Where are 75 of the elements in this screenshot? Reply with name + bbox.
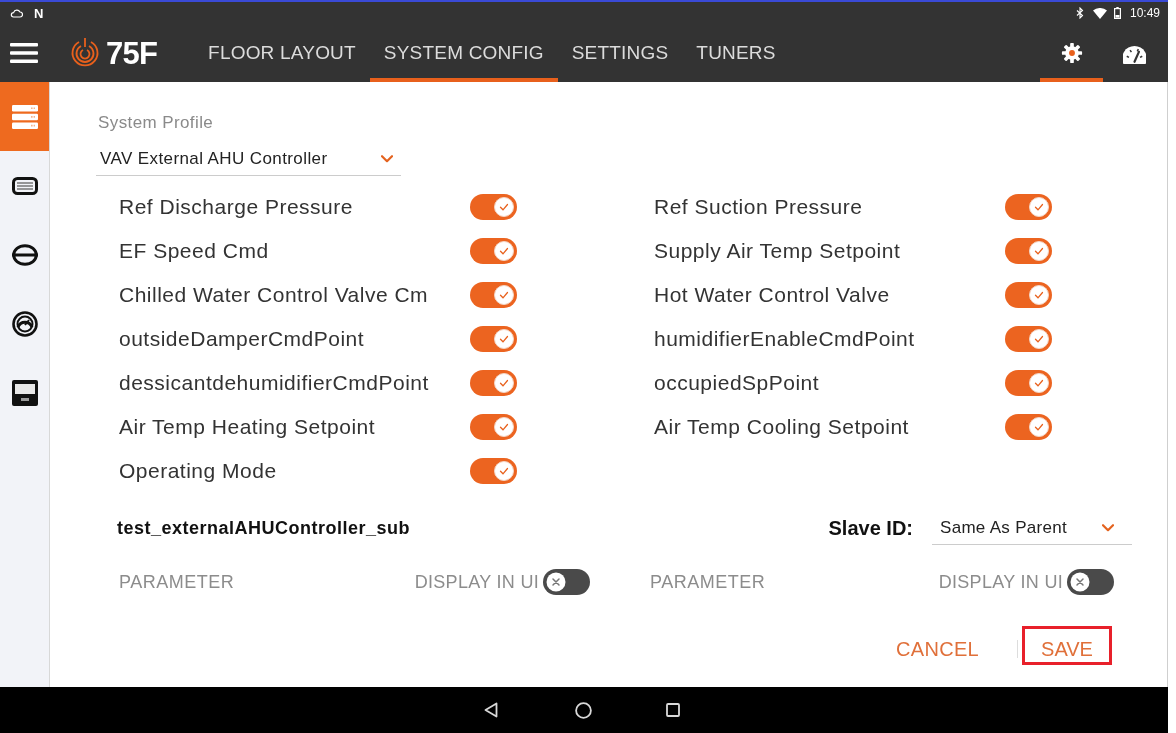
display-unit-icon [11, 379, 38, 406]
check-icon [494, 373, 514, 393]
toggle-switch[interactable] [1005, 194, 1052, 220]
server-stack-icon [11, 104, 38, 129]
nav-tab[interactable]: FLOOR LAYOUT [194, 24, 370, 82]
toggle-switch[interactable] [470, 326, 517, 352]
point-label: Air Temp Cooling Setpoint [654, 414, 909, 441]
settings-icon [1060, 42, 1083, 64]
toggle-label: DISPLAY IN UI [414, 570, 539, 594]
nav-tab[interactable]: SETTINGS [557, 24, 683, 82]
menu-icon[interactable] [10, 43, 38, 63]
point-label: Chilled Water Control Valve Cm [119, 282, 429, 309]
point-label: Operating Mode [119, 458, 277, 485]
status-time: 10:49 [1129, 7, 1160, 19]
toggle-switch[interactable] [1005, 238, 1052, 264]
check-icon [1029, 373, 1049, 393]
chevron-icon [1102, 523, 1114, 532]
home-icon[interactable] [575, 701, 592, 719]
cross-icon [1070, 572, 1090, 592]
toggle-switch[interactable] [470, 370, 517, 396]
check-icon [494, 241, 514, 261]
point-label: humidifierEnableCmdPoint [654, 326, 915, 353]
back-icon[interactable] [484, 702, 498, 718]
check-icon [1029, 285, 1049, 305]
check-icon [1029, 417, 1049, 437]
column-header: PARAMETER [650, 570, 766, 594]
cross-icon [546, 572, 566, 592]
check-icon [1029, 197, 1049, 217]
profile-dropdown[interactable]: VAV External AHU Controller [96, 143, 401, 176]
equipment-name: test_externalAHUController_sub [117, 516, 411, 540]
cloud-icon [10, 8, 23, 18]
toggle-switch[interactable] [543, 569, 590, 595]
recents-icon[interactable] [666, 703, 680, 717]
toggle-switch[interactable] [470, 458, 517, 484]
module-icon [11, 176, 38, 195]
point-label: Hot Water Control Valve [654, 282, 890, 309]
circle-bar-icon [11, 243, 38, 266]
point-label: occupiedSpPoint [654, 370, 820, 397]
chevron-icon [381, 155, 393, 163]
slave-id-dropdown[interactable]: Same As Parent [932, 511, 1132, 545]
check-icon [494, 197, 514, 217]
field-label: System Profile [98, 112, 214, 133]
toggle-switch[interactable] [1067, 569, 1114, 595]
toggle-switch[interactable] [470, 194, 517, 220]
check-icon [494, 417, 514, 437]
point-label: outsideDamperCmdPoint [119, 326, 365, 353]
check-icon [494, 285, 514, 305]
nav-tab[interactable]: TUNERS [682, 24, 790, 82]
logo-icon [70, 37, 100, 69]
point-label: Ref Discharge Pressure [119, 194, 353, 221]
check-icon [494, 329, 514, 349]
toggle-switch[interactable] [1005, 370, 1052, 396]
point-label: EF Speed Cmd [119, 238, 269, 265]
logo-text: 75F [106, 37, 158, 69]
toggle-switch[interactable] [470, 282, 517, 308]
gauge-icon [11, 310, 38, 337]
toggle-label: DISPLAY IN UI [938, 570, 1063, 594]
check-icon [1029, 241, 1049, 261]
toggle-switch[interactable] [470, 414, 517, 440]
toggle-switch[interactable] [470, 238, 517, 264]
point-label: Air Temp Heating Setpoint [119, 414, 376, 441]
check-icon [1029, 329, 1049, 349]
toggle-switch[interactable] [1005, 414, 1052, 440]
point-label: Supply Air Temp Setpoint [654, 238, 901, 265]
wifi-icon [1092, 7, 1107, 19]
point-label: Ref Suction Pressure [654, 194, 863, 221]
check-icon [494, 461, 514, 481]
status-letter: N [34, 6, 44, 20]
toggle-switch[interactable] [1005, 326, 1052, 352]
column-header: PARAMETER [119, 570, 235, 594]
battery-icon [1113, 7, 1121, 19]
point-label: dessicantdehumidifierCmdPoint [119, 370, 429, 397]
toggle-switch[interactable] [1005, 282, 1052, 308]
bluetooth-icon [1075, 7, 1084, 19]
field-label: Slave ID: [828, 516, 913, 541]
